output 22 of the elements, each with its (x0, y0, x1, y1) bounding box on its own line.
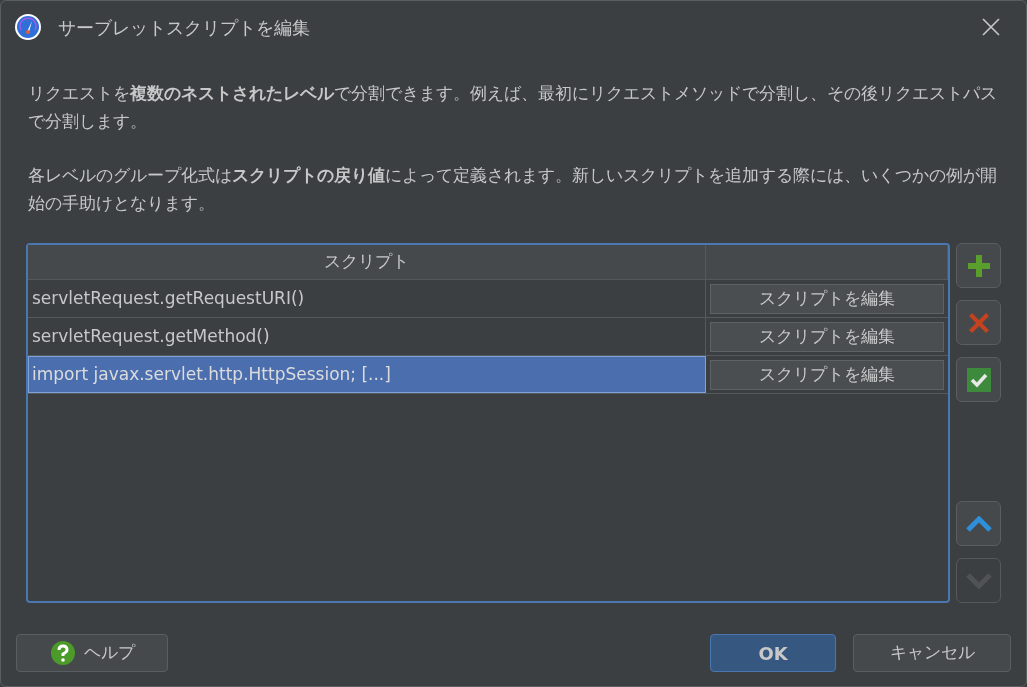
chevron-up-icon (965, 515, 992, 532)
help-button[interactable]: ヘルプ (16, 634, 168, 672)
column-header: スクリプト (28, 245, 706, 279)
edit-script-button[interactable]: スクリプトを編集 (710, 283, 944, 314)
help-icon (49, 640, 76, 666)
gauge-icon (14, 13, 42, 41)
up-button[interactable] (956, 501, 1001, 546)
plus-icon (965, 252, 992, 279)
script-cell[interactable]: servletRequest.getRequestURI() (28, 280, 706, 317)
check-button[interactable] (956, 357, 1001, 402)
checkmark-icon (965, 366, 992, 393)
cancel-button[interactable]: キャンセル (853, 634, 1011, 672)
description-paragraph: リクエストを複数のネストされたレベルで分割できます。例えば、最初にリクエストメソッドで分割し、その後リクエストパスで分割します。 (28, 82, 998, 133)
script-cell[interactable]: import javax.servlet.http.HttpSession; [...] (28, 356, 706, 393)
ok-button[interactable]: OK (710, 634, 836, 672)
add-button[interactable] (956, 243, 1001, 288)
script-cell[interactable]: servletRequest.getMethod() (28, 318, 706, 355)
remove-button[interactable] (956, 300, 1001, 345)
edit-script-button[interactable]: スクリプトを編集 (710, 359, 944, 390)
window-title: サーブレットスクリプトを編集 (58, 15, 310, 40)
description-paragraph: 各レベルのグループ化式はスクリプトの戻り値によって定義されます。新しいスクリプトを追加する際には、いくつかの例が開始の手助けとなります。 (28, 164, 998, 215)
edit-script-button[interactable]: スクリプトを編集 (710, 321, 944, 352)
